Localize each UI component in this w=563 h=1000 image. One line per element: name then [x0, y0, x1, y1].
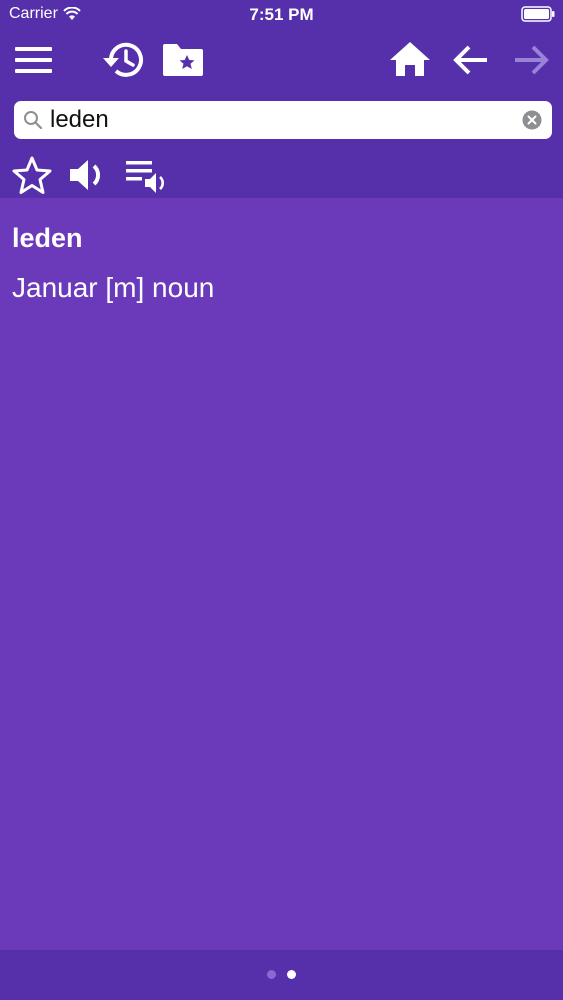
back-arrow-icon — [453, 45, 487, 75]
play-list-button[interactable] — [122, 154, 172, 196]
history-button[interactable] — [98, 38, 146, 82]
favorites-folder-button[interactable] — [160, 40, 206, 80]
battery-icon — [521, 6, 555, 22]
page-dot-2[interactable] — [287, 970, 296, 979]
home-button[interactable] — [386, 38, 434, 80]
status-time: 7:51 PM — [249, 5, 314, 24]
top-bar: Carrier 7:51 PM — [0, 0, 563, 198]
history-icon — [103, 42, 143, 77]
clear-search-icon[interactable] — [522, 110, 542, 130]
page-dot-1[interactable] — [267, 970, 276, 979]
search-icon — [24, 111, 43, 130]
entry-definition: Januar [m] noun — [12, 272, 215, 303]
page-indicator-bar — [0, 950, 563, 1000]
forward-arrow-icon — [515, 45, 549, 75]
forward-button[interactable] — [510, 40, 552, 80]
entry-content: leden Januar [m] noun — [12, 220, 552, 308]
pronounce-button[interactable] — [64, 154, 112, 196]
menu-icon — [15, 47, 52, 73]
search-bar — [14, 101, 552, 139]
star-icon — [12, 156, 52, 194]
entry-headword: leden — [12, 223, 83, 253]
speaker-icon — [70, 160, 101, 190]
favorite-button[interactable] — [10, 154, 54, 196]
search-input[interactable] — [50, 101, 520, 139]
favorites-folder-icon — [163, 44, 203, 76]
status-bar: Carrier 7:51 PM — [0, 0, 563, 30]
menu-button[interactable] — [10, 40, 56, 80]
home-icon — [390, 42, 430, 76]
play-list-icon — [126, 161, 164, 193]
back-button[interactable] — [450, 40, 492, 80]
